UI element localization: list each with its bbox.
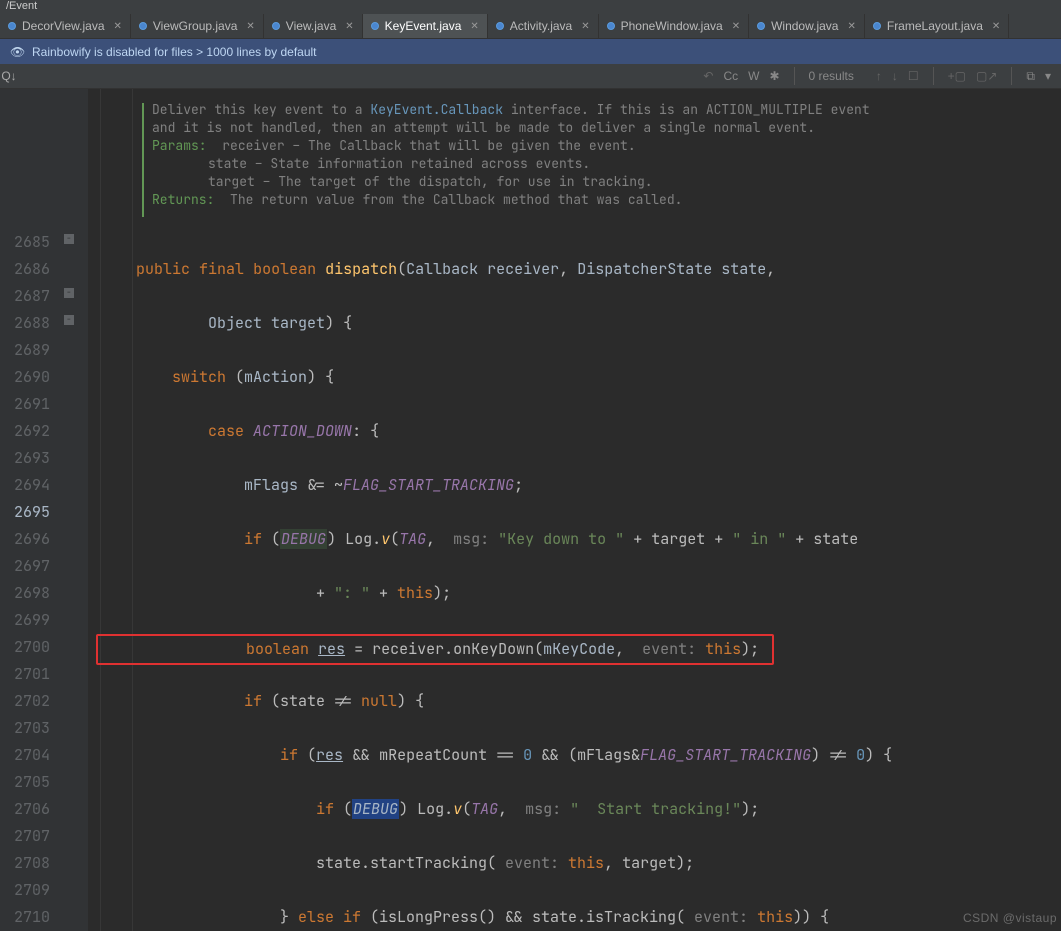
prev-match-button[interactable]: ↑	[876, 69, 882, 83]
search-input[interactable]	[18, 69, 693, 83]
close-icon[interactable]: ✕	[732, 21, 740, 32]
line-number[interactable]: 2699	[0, 607, 50, 634]
line-number[interactable]: 2685	[0, 229, 50, 256]
line-number[interactable]: 2697	[0, 553, 50, 580]
line-number[interactable]: 2689	[0, 337, 50, 364]
select-all-button[interactable]: ☐	[908, 69, 919, 83]
line-number[interactable]: 2695	[0, 499, 50, 526]
funnel-icon[interactable]: ▾	[1045, 69, 1051, 83]
line-number[interactable]: 2709	[0, 877, 50, 904]
title-bar: /Event	[0, 0, 1061, 14]
line-number[interactable]: 2704	[0, 742, 50, 769]
line-number-gutter[interactable]: 2685268626872688268926902691269226932694…	[0, 89, 58, 931]
file-icon	[371, 22, 379, 30]
line-number[interactable]: 2690	[0, 364, 50, 391]
tab-decorview[interactable]: DecorView.java✕	[0, 14, 131, 38]
close-icon[interactable]: ✕	[847, 21, 855, 32]
code-body[interactable]: public final boolean dispatch(Callback r…	[100, 229, 1061, 931]
tab-framelayout[interactable]: FrameLayout.java✕	[865, 14, 1009, 38]
line-number[interactable]: 2706	[0, 796, 50, 823]
line-number[interactable]: 2708	[0, 850, 50, 877]
find-bar: Q↓ ↶ Cc W ✱ 0 results ↑ ↓ ☐ +▢ ▢↗ ⧉ ▾	[0, 64, 1061, 89]
close-icon[interactable]: ✕	[581, 21, 589, 32]
line-number[interactable]: 2710	[0, 904, 50, 931]
regex-button[interactable]: ✱	[769, 69, 779, 83]
match-case-button[interactable]: Cc	[723, 69, 738, 83]
results-count: 0 results	[809, 69, 854, 83]
line-number[interactable]: 2686	[0, 256, 50, 283]
file-icon	[139, 22, 147, 30]
open-in-window-icon[interactable]: ▢↗	[976, 69, 997, 83]
line-number[interactable]: 2693	[0, 445, 50, 472]
file-icon	[757, 22, 765, 30]
file-icon	[8, 22, 16, 30]
line-number[interactable]: 2700	[0, 634, 50, 661]
file-icon	[607, 22, 615, 30]
line-number[interactable]: 2687	[0, 283, 50, 310]
line-number[interactable]: 2703	[0, 715, 50, 742]
line-number[interactable]: 2707	[0, 823, 50, 850]
whole-word-button[interactable]: W	[748, 69, 759, 83]
docblock-indicator	[142, 103, 144, 217]
file-icon	[272, 22, 280, 30]
file-icon	[873, 22, 881, 30]
line-number[interactable]: 2698	[0, 580, 50, 607]
code-editor[interactable]: 2685268626872688268926902691269226932694…	[0, 89, 1061, 931]
undo-icon[interactable]: ↶	[703, 69, 713, 83]
line-number[interactable]: 2701	[0, 661, 50, 688]
eye-icon: 👁	[10, 45, 24, 59]
line-number[interactable]: 2694	[0, 472, 50, 499]
inspection-info-bar[interactable]: 👁 Rainbowify is disabled for files > 100…	[0, 39, 1061, 64]
line-number[interactable]: 2688	[0, 310, 50, 337]
line-number[interactable]: 2705	[0, 769, 50, 796]
tab-strip: DecorView.java✕ ViewGroup.java✕ View.jav…	[0, 14, 1061, 39]
next-match-button[interactable]: ↓	[892, 69, 898, 83]
javadoc: Deliver this key event to a KeyEvent.Cal…	[152, 101, 870, 209]
tab-keyevent[interactable]: KeyEvent.java✕	[363, 14, 488, 38]
close-icon[interactable]: ✕	[246, 21, 254, 32]
fold-marker[interactable]: −	[64, 234, 74, 244]
line-number[interactable]: 2696	[0, 526, 50, 553]
watermark: CSDN @vistaup	[963, 911, 1057, 925]
tab-viewgroup[interactable]: ViewGroup.java✕	[131, 14, 264, 38]
close-icon[interactable]: ✕	[992, 21, 1000, 32]
fold-marker[interactable]: −	[64, 315, 74, 325]
tab-view[interactable]: View.java✕	[264, 14, 363, 38]
line-number[interactable]: 2692	[0, 418, 50, 445]
search-icon: Q↓	[0, 69, 18, 83]
add-selection-icon[interactable]: +▢	[948, 69, 966, 83]
close-icon[interactable]: ✕	[345, 21, 353, 32]
line-number[interactable]: 2691	[0, 391, 50, 418]
tab-activity[interactable]: Activity.java✕	[488, 14, 599, 38]
filter-icon[interactable]: ⧉	[1026, 69, 1035, 84]
tab-phonewindow[interactable]: PhoneWindow.java✕	[599, 14, 749, 38]
fold-marker[interactable]: −	[64, 288, 74, 298]
close-icon[interactable]: ✕	[114, 21, 122, 32]
line-number[interactable]: 2702	[0, 688, 50, 715]
info-text: Rainbowify is disabled for files > 1000 …	[32, 45, 317, 59]
tab-window[interactable]: Window.java✕	[749, 14, 865, 38]
close-icon[interactable]: ✕	[470, 21, 478, 32]
fold-gutter[interactable]: − − −	[58, 89, 88, 931]
file-icon	[496, 22, 504, 30]
